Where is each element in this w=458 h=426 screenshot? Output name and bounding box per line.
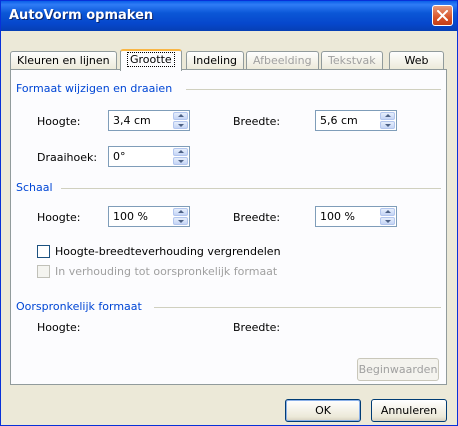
- tab-text-box: Tekstvak: [321, 51, 383, 70]
- size-rotate-section-title: Formaat wijzigen en draaien: [16, 82, 173, 95]
- spin-down-icon[interactable]: [380, 217, 395, 225]
- close-icon: [437, 10, 448, 21]
- relative-original-checkbox: [37, 265, 50, 278]
- tab-label: Web: [404, 54, 429, 67]
- rotation-value: 0°: [113, 150, 126, 163]
- scale-width-value: 100 %: [320, 210, 355, 223]
- close-button[interactable]: [432, 5, 453, 26]
- spin-down-icon[interactable]: [173, 121, 188, 129]
- section-divider: [154, 307, 441, 308]
- section-divider: [186, 89, 441, 90]
- tab-label: Grootte: [127, 52, 175, 67]
- rotation-label: Draaihoek:: [37, 151, 98, 164]
- tab-label: Kleuren en lijnen: [17, 54, 110, 67]
- cancel-button[interactable]: Annuleren: [371, 399, 447, 422]
- height-label: Hoogte:: [37, 115, 81, 128]
- format-autoshape-dialog: AutoVorm opmaken Kleuren en lijnen Groot…: [0, 0, 458, 426]
- tab-picture: Afbeelding: [246, 51, 319, 70]
- tab-layout[interactable]: Indeling: [186, 51, 245, 70]
- relative-original-label: In verhouding tot oorspronkelijk formaat: [55, 265, 278, 278]
- scale-height-spinbox[interactable]: 100 %: [108, 206, 190, 227]
- original-height-label: Hoogte:: [37, 321, 81, 334]
- spin-up-icon[interactable]: [173, 208, 188, 216]
- spin-down-icon[interactable]: [380, 121, 395, 129]
- spin-down-icon[interactable]: [173, 157, 188, 165]
- lock-aspect-checkbox[interactable]: [37, 245, 50, 258]
- scale-section-title: Schaal: [16, 181, 53, 194]
- scale-width-spinbox[interactable]: 100 %: [315, 206, 397, 227]
- width-value: 5,6 cm: [320, 114, 358, 127]
- spin-down-icon[interactable]: [173, 217, 188, 225]
- tab-label: Tekstvak: [328, 54, 376, 67]
- size-tab-panel: Formaat wijzigen en draaien Hoogte: 3,4 …: [10, 69, 447, 385]
- scale-height-label: Hoogte:: [37, 211, 81, 224]
- dialog-title: AutoVorm opmaken: [9, 8, 154, 23]
- width-spinbox[interactable]: 5,6 cm: [315, 110, 397, 131]
- tab-label: Afbeelding: [253, 54, 312, 67]
- height-spinbox[interactable]: 3,4 cm: [108, 110, 190, 131]
- scale-height-value: 100 %: [113, 210, 148, 223]
- title-bar[interactable]: AutoVorm opmaken: [1, 1, 457, 31]
- tab-size[interactable]: Grootte: [120, 49, 182, 71]
- section-divider: [61, 188, 441, 189]
- spin-up-icon[interactable]: [380, 208, 395, 216]
- original-size-section-title: Oorspronkelijk formaat: [16, 300, 142, 313]
- tab-web[interactable]: Web: [389, 51, 444, 70]
- original-width-label: Breedte:: [233, 321, 281, 334]
- spin-up-icon[interactable]: [173, 148, 188, 156]
- rotation-spinbox[interactable]: 0°: [108, 146, 190, 167]
- scale-width-label: Breedte:: [233, 211, 281, 224]
- lock-aspect-label: Hoogte-breedteverhouding vergrendelen: [55, 245, 281, 258]
- tab-colors-and-lines[interactable]: Kleuren en lijnen: [10, 51, 117, 70]
- width-label: Breedte:: [233, 115, 281, 128]
- spin-up-icon[interactable]: [173, 112, 188, 120]
- ok-button[interactable]: OK: [285, 399, 361, 422]
- height-value: 3,4 cm: [113, 114, 151, 127]
- tab-label: Indeling: [193, 54, 238, 67]
- spin-up-icon[interactable]: [380, 112, 395, 120]
- reset-button: Beginwaarden: [357, 358, 439, 381]
